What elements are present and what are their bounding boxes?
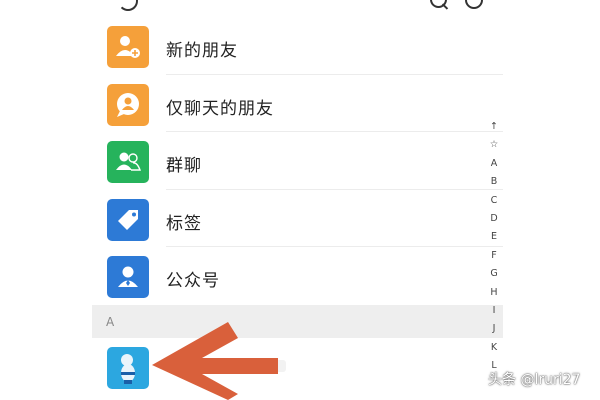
menu-item-label: 仅聊天的朋友 — [166, 98, 274, 119]
index-item[interactable]: D — [490, 210, 497, 228]
index-item[interactable]: ↑ — [490, 118, 498, 136]
chat-only-friend-icon — [107, 83, 149, 126]
menu-item-label: 新的朋友 — [166, 41, 238, 61]
menu-item-new-friends[interactable]: 新的朋友 — [92, 17, 503, 75]
menu-item-group-chats[interactable]: 群聊 — [92, 132, 503, 190]
search-icon[interactable] — [430, 0, 447, 8]
top-bar — [92, 0, 503, 17]
menu-item-chat-only-friends[interactable]: 仅聊天的朋友 — [92, 74, 503, 132]
index-item[interactable]: E — [491, 228, 497, 246]
section-letter: A — [106, 315, 115, 329]
menu-item-label: 公众号 — [166, 271, 220, 291]
official-account-icon — [107, 256, 149, 298]
index-item[interactable]: B — [491, 173, 498, 191]
index-item[interactable]: A — [491, 155, 498, 173]
index-item[interactable]: K — [491, 339, 497, 357]
index-item[interactable]: ☆ — [490, 136, 499, 154]
index-item[interactable]: I — [493, 302, 496, 320]
back-icon[interactable] — [118, 0, 138, 11]
left-background — [0, 0, 92, 400]
watermark: 头条 @lruri27 — [488, 372, 581, 388]
menu-item-tags[interactable]: 标签 — [92, 189, 503, 247]
alphabet-index-bar[interactable]: ↑ ☆ A B C D E F G H I J K L — [487, 118, 501, 375]
index-item[interactable]: F — [491, 247, 496, 265]
index-item[interactable]: H — [490, 284, 497, 302]
group-chat-icon — [107, 141, 149, 183]
index-item[interactable]: G — [490, 265, 497, 283]
index-item[interactable]: J — [493, 320, 496, 338]
add-icon[interactable] — [465, 0, 483, 9]
tag-icon — [107, 198, 149, 241]
index-item[interactable]: C — [491, 192, 498, 210]
contacts-menu: 新的朋友 仅聊天的朋友 群聊 标签 公众号 — [92, 17, 503, 305]
right-background — [503, 0, 600, 400]
menu-item-official-accounts[interactable]: 公众号 — [92, 247, 503, 305]
menu-item-label: 群聊 — [166, 156, 202, 176]
left-arrow-icon — [152, 322, 278, 400]
menu-item-label: 标签 — [166, 213, 202, 234]
add-friend-icon — [107, 26, 149, 68]
cartoon-avatar-icon — [107, 347, 149, 389]
